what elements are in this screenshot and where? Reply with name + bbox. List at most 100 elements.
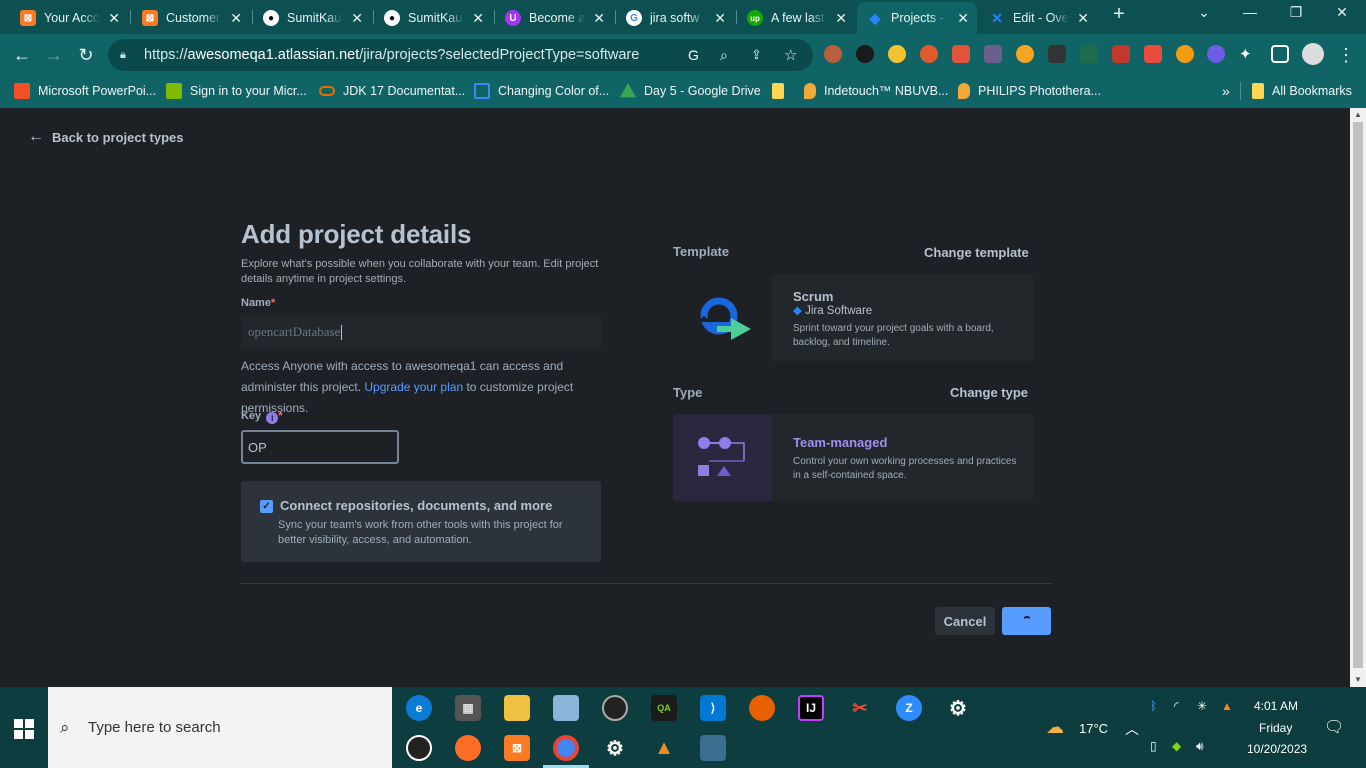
bluetooth-icon[interactable]: ᛒ [1150, 699, 1157, 713]
restore-button[interactable]: ❐ [1276, 4, 1316, 21]
postman-icon[interactable] [455, 735, 481, 761]
forward-icon[interactable]: → [41, 42, 67, 68]
notifications-icon[interactable]: 🗨︎ [1324, 717, 1344, 737]
upgrade-plan-link[interactable]: Upgrade your plan [364, 380, 463, 394]
edge-icon[interactable]: e [406, 695, 432, 721]
notepad-icon[interactable] [553, 695, 579, 721]
extension-icon[interactable] [1112, 45, 1130, 63]
scroll-down-icon[interactable]: ▼ [1354, 675, 1362, 684]
extension-icon[interactable] [1207, 45, 1225, 63]
bookmark-item[interactable]: PHILIPS Photothera... [958, 81, 1101, 101]
extension-icon[interactable] [1176, 45, 1194, 63]
side-panel-icon[interactable] [1271, 45, 1289, 63]
address-bar[interactable]: 🔒︎ https://awesomeqa1.atlassian.net/jira… [108, 39, 813, 71]
all-bookmarks-button[interactable]: All Bookmarks [1252, 81, 1352, 101]
file-explorer-icon[interactable] [504, 695, 530, 721]
template-card-scrum[interactable]: Scrum ◆ Jira Software Sprint toward your… [673, 274, 1033, 361]
obs-icon[interactable] [602, 695, 628, 721]
change-type-button[interactable]: Change type [950, 385, 1028, 400]
qa-preview-icon[interactable]: QA [651, 695, 677, 721]
clock-time[interactable]: 4:01 AM [1254, 699, 1298, 713]
bookmark-item[interactable]: Changing Color of... [474, 81, 609, 101]
tab-8-active[interactable]: ◆ Projects - ✕ [857, 2, 977, 34]
volume-icon[interactable]: 🔊︎ [1196, 739, 1204, 754]
tab-1[interactable]: ⊠ Your Acco ✕ [10, 2, 128, 34]
vscode-icon[interactable]: ⟩ [700, 695, 726, 721]
chrome-icon[interactable] [553, 735, 579, 761]
share-icon[interactable]: ⇪ [751, 47, 762, 63]
close-tab-icon[interactable]: ✕ [957, 10, 969, 27]
puzzle-extensions-icon[interactable]: ✦ [1239, 45, 1257, 63]
battery-icon[interactable]: ▯ [1150, 739, 1157, 753]
intellij-icon[interactable]: IJ [798, 695, 824, 721]
mysql-workbench-icon[interactable] [700, 735, 726, 761]
close-tab-icon[interactable]: ✕ [714, 10, 726, 27]
extension-icon[interactable] [1080, 45, 1098, 63]
eyedropper-icon[interactable] [984, 45, 1002, 63]
wifi-icon[interactable]: ◜ [1174, 699, 1179, 713]
vlc-tray-icon[interactable]: ▲ [1221, 699, 1233, 713]
tab-9[interactable]: ✕ Edit - Ove ✕ [979, 2, 1097, 34]
type-card-team-managed[interactable]: Team-managed Control your own working pr… [673, 414, 1033, 501]
tab-2[interactable]: ⊠ Customer ✕ [132, 2, 250, 34]
scroll-thumb[interactable] [1353, 122, 1363, 668]
snipping-tool-icon[interactable]: ✂ [847, 695, 873, 721]
show-hidden-icons[interactable]: ︿ [1125, 719, 1139, 739]
back-icon[interactable]: ← [9, 42, 35, 68]
avatar[interactable] [1302, 43, 1324, 65]
tab-search-icon[interactable]: ⌄ [1184, 4, 1224, 21]
change-template-button[interactable]: Change template [924, 245, 1029, 260]
extension-icon[interactable] [952, 45, 970, 63]
bookmark-item[interactable]: Microsoft PowerPoi... [14, 81, 156, 101]
zoom-icon[interactable]: ⌕ [720, 47, 728, 64]
zoom-app-icon[interactable]: Z [896, 695, 922, 721]
new-tab-button[interactable]: + [1099, 3, 1139, 26]
windows-start-icon[interactable] [14, 719, 34, 739]
clock-day[interactable]: Friday [1259, 721, 1292, 735]
scroll-up-icon[interactable]: ▲ [1354, 110, 1362, 119]
settings-icon[interactable]: ⚙ [602, 735, 628, 761]
bookmark-item[interactable]: Sign in to your Micr... [166, 81, 307, 101]
close-tab-icon[interactable]: ✕ [472, 10, 484, 27]
close-window-button[interactable]: ✕ [1322, 4, 1362, 21]
bookmark-item[interactable]: JDK 17 Documentat... [319, 81, 465, 101]
close-tab-icon[interactable]: ✕ [1077, 10, 1089, 27]
minimize-button[interactable]: — [1230, 4, 1270, 20]
tab-6[interactable]: G jira softw ✕ [616, 2, 734, 34]
bookmark-item[interactable]: Indetouch™ NBUVB... [804, 81, 948, 101]
tab-3[interactable]: ● SumitKau ✕ [253, 2, 371, 34]
tray-app-icon[interactable]: ✳ [1197, 699, 1207, 713]
close-tab-icon[interactable]: ✕ [351, 10, 363, 27]
tab-5[interactable]: U Become a ✕ [495, 2, 613, 34]
xampp-taskbar-icon[interactable]: ⊠ [504, 735, 530, 761]
page-scrollbar[interactable]: ▲ ▼ [1350, 108, 1366, 687]
settings-gear-icon[interactable]: ⚙ [945, 695, 971, 721]
vlc-icon[interactable]: ▲ [651, 735, 677, 761]
connect-checkbox[interactable]: ✓ [260, 500, 273, 513]
close-tab-icon[interactable]: ✕ [835, 10, 847, 27]
cookie-extension-icon[interactable] [824, 45, 842, 63]
extension-icon[interactable] [888, 45, 906, 63]
app-icon[interactable] [406, 735, 432, 761]
close-tab-icon[interactable]: ✕ [593, 10, 605, 27]
tab-4[interactable]: ● SumitKau ✕ [374, 2, 492, 34]
more-bookmarks-icon[interactable]: » [1222, 81, 1230, 101]
extension-icon[interactable] [1144, 45, 1162, 63]
tab-7[interactable]: up A few last ✕ [737, 2, 855, 34]
close-tab-icon[interactable]: ✕ [230, 10, 242, 27]
cancel-button[interactable]: Cancel [935, 607, 995, 635]
weather-temp[interactable]: 17°C [1079, 721, 1108, 736]
extension-icon[interactable] [920, 45, 938, 63]
google-lens-icon[interactable]: G [688, 47, 699, 63]
close-tab-icon[interactable]: ✕ [108, 10, 120, 27]
menu-kebab-icon[interactable]: ⋮ [1333, 42, 1359, 68]
bookmark-star-icon[interactable]: ☆ [784, 46, 797, 64]
extension-icon[interactable] [1048, 45, 1066, 63]
taskbar-search-box[interactable]: ⌕ Type here to search [48, 687, 392, 768]
info-icon[interactable]: i [266, 412, 279, 424]
extension-icon[interactable] [856, 45, 874, 63]
extension-icon[interactable] [1016, 45, 1034, 63]
project-key-input[interactable]: OP [241, 430, 399, 464]
firefox-icon[interactable] [749, 695, 775, 721]
reload-icon[interactable]: ↻ [73, 42, 99, 68]
